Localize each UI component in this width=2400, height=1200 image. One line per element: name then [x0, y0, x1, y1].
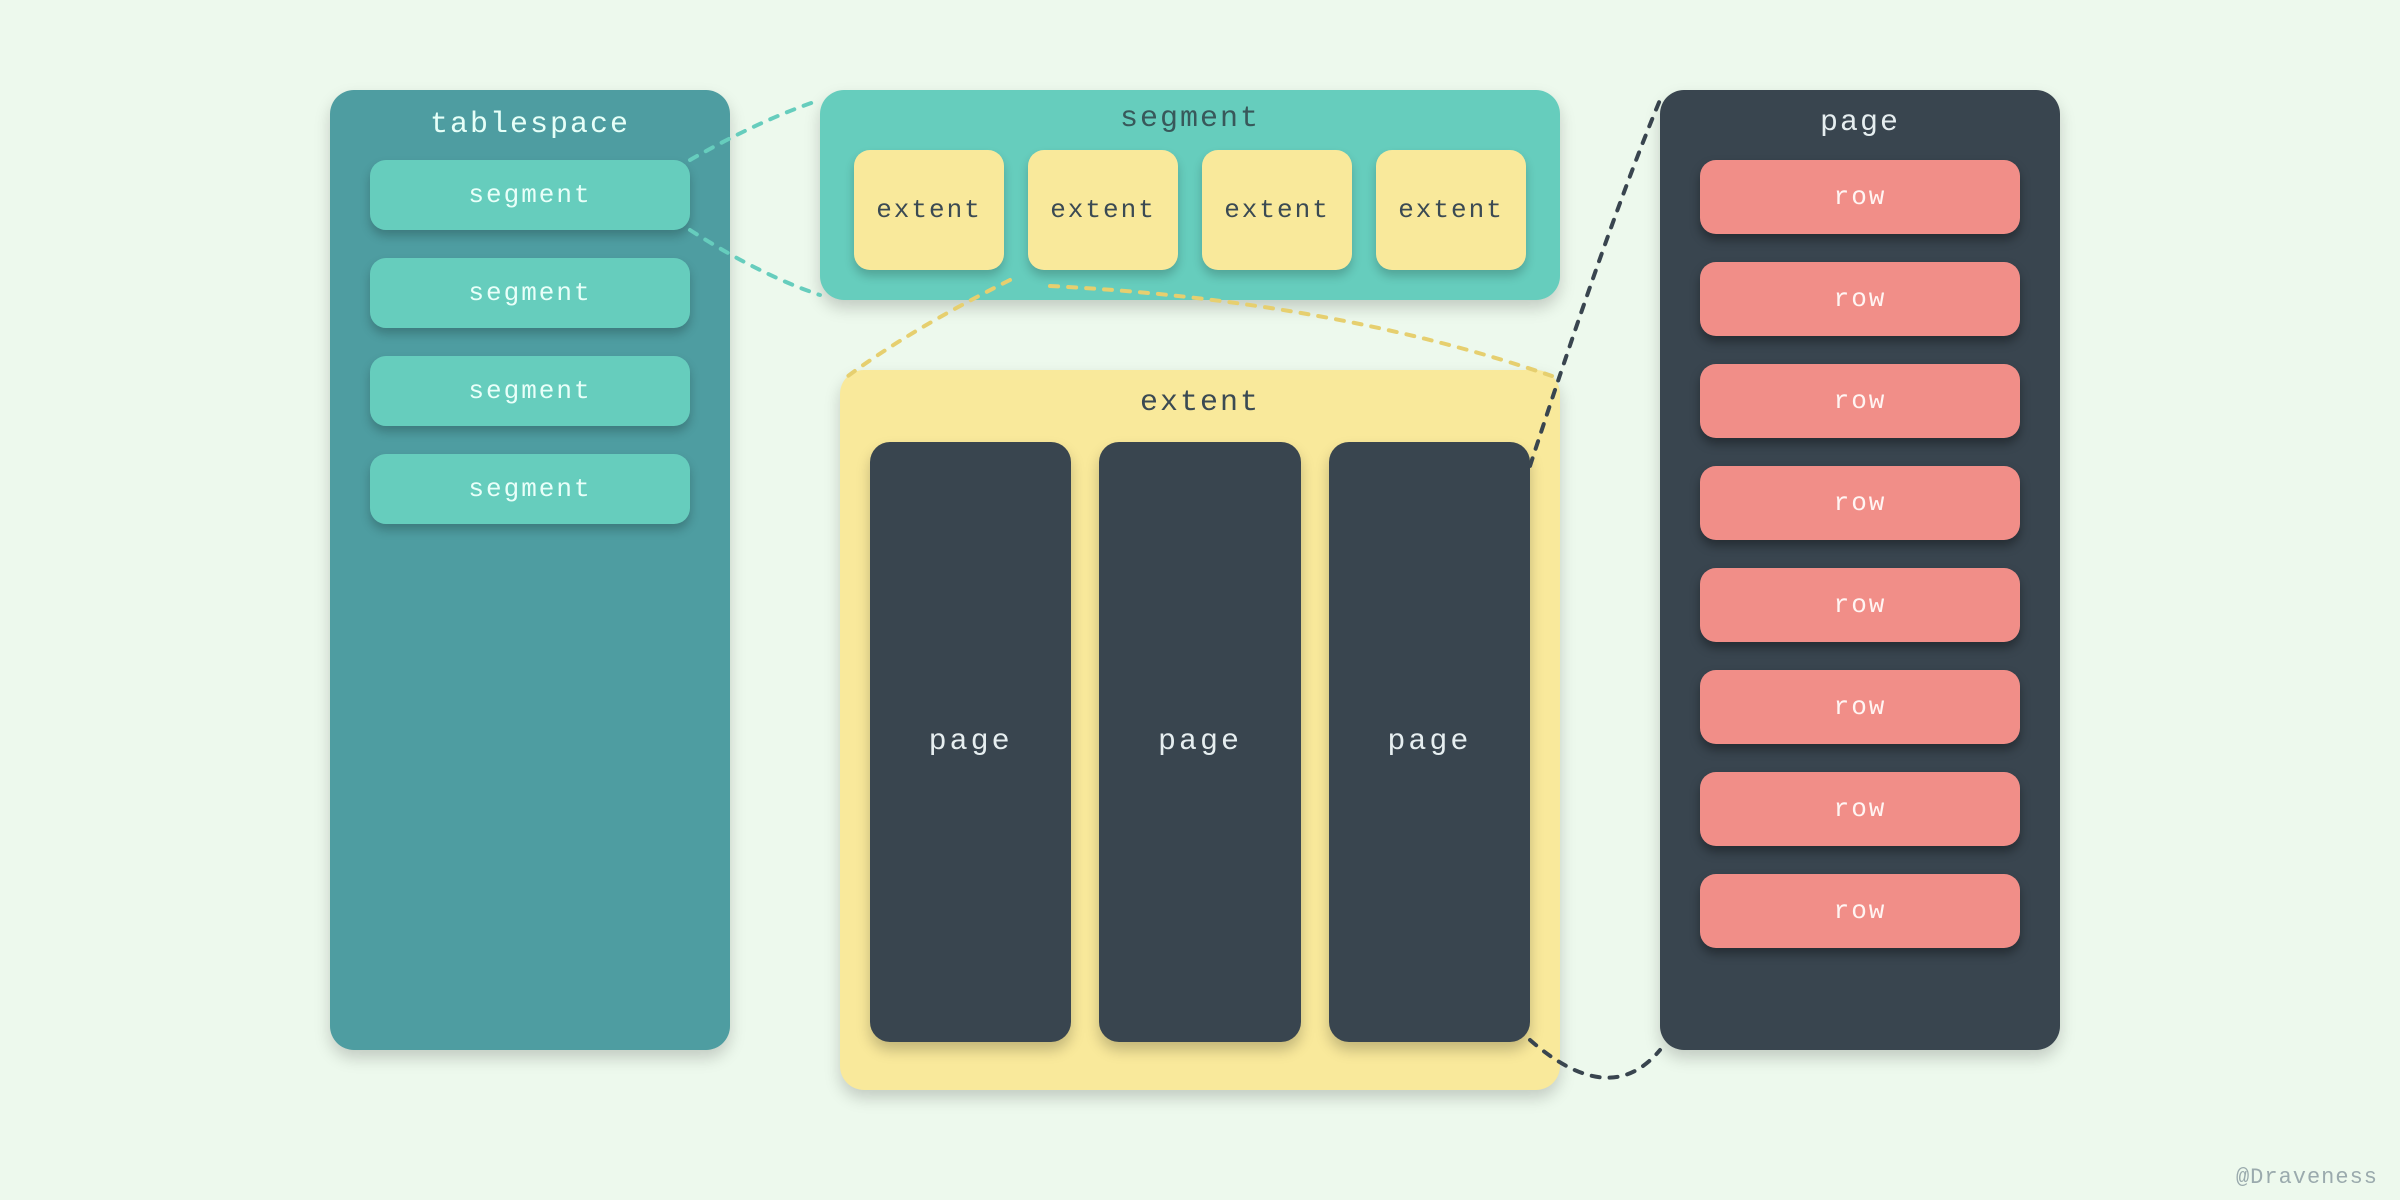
- extent-chip: extent: [854, 150, 1004, 270]
- extent-chip: extent: [1376, 150, 1526, 270]
- row-pill-label: row: [1834, 590, 1887, 620]
- row-pill-label: row: [1834, 182, 1887, 212]
- extent-chip: extent: [1028, 150, 1178, 270]
- segment-pill: segment: [370, 356, 690, 426]
- extent-row: extent extent extent extent: [820, 150, 1560, 270]
- extent-panel: extent page page page: [840, 370, 1560, 1090]
- extent-chip-label: extent: [1398, 195, 1504, 225]
- row-pill: row: [1700, 466, 2020, 540]
- page-panel: page row row row row row row row row: [1660, 90, 2060, 1050]
- extent-chip-label: extent: [876, 195, 982, 225]
- tablespace-title: tablespace: [330, 108, 730, 142]
- row-pill-label: row: [1834, 896, 1887, 926]
- extent-chip: extent: [1202, 150, 1352, 270]
- row-pill-label: row: [1834, 488, 1887, 518]
- page-row: page page page: [840, 442, 1560, 1042]
- segment-pill-label: segment: [468, 180, 591, 210]
- segment-panel: segment extent extent extent extent: [820, 90, 1560, 300]
- page-column-label: page: [1387, 725, 1471, 759]
- row-pill: row: [1700, 670, 2020, 744]
- page-column: page: [870, 442, 1071, 1042]
- tablespace-panel: tablespace segment segment segment segme…: [330, 90, 730, 1050]
- segment-pill-label: segment: [468, 376, 591, 406]
- row-pill: row: [1700, 772, 2020, 846]
- credit-text: @Draveness: [2236, 1165, 2378, 1190]
- extent-chip-label: extent: [1050, 195, 1156, 225]
- diagram-stage: tablespace segment segment segment segme…: [0, 0, 2400, 1200]
- page-column-label: page: [929, 725, 1013, 759]
- row-pill-label: row: [1834, 692, 1887, 722]
- row-pill-label: row: [1834, 794, 1887, 824]
- page-column: page: [1329, 442, 1530, 1042]
- row-pill-label: row: [1834, 386, 1887, 416]
- page-column-label: page: [1158, 725, 1242, 759]
- segment-pill: segment: [370, 160, 690, 230]
- row-pill-label: row: [1834, 284, 1887, 314]
- extent-chip-label: extent: [1224, 195, 1330, 225]
- row-pill: row: [1700, 364, 2020, 438]
- row-pill: row: [1700, 568, 2020, 642]
- segment-pill-label: segment: [468, 278, 591, 308]
- page-title: page: [1660, 106, 2060, 140]
- segment-title: segment: [820, 102, 1560, 136]
- extent-title: extent: [840, 386, 1560, 420]
- page-column: page: [1099, 442, 1300, 1042]
- row-pill: row: [1700, 160, 2020, 234]
- segment-pill: segment: [370, 454, 690, 524]
- segment-pill-label: segment: [468, 474, 591, 504]
- row-pill: row: [1700, 262, 2020, 336]
- row-pill: row: [1700, 874, 2020, 948]
- segment-pill: segment: [370, 258, 690, 328]
